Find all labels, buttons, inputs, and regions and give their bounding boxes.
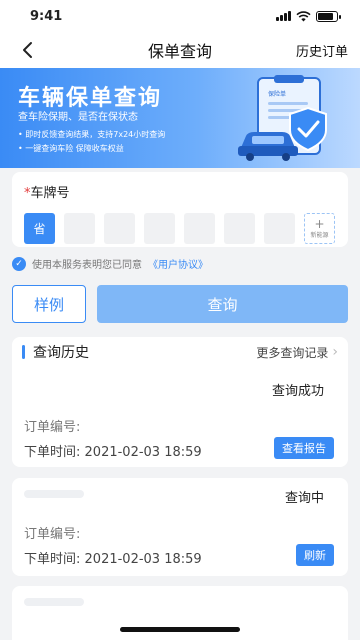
query-button[interactable]: 查询 xyxy=(97,285,348,323)
agreement-row: ✓ 使用本服务表明您已同意 《用户协议》 xyxy=(12,256,208,271)
new-energy-box[interactable]: + 新能源 xyxy=(304,213,335,244)
view-report-button[interactable]: 查看报告 xyxy=(274,437,334,459)
banner-point: 一键查询车险 保障收车权益 xyxy=(18,142,165,156)
banner-subtitle: 查车险保期、是否在保状态 xyxy=(18,112,138,123)
plate-province-box[interactable]: 省 xyxy=(24,213,55,244)
plate-char-box[interactable] xyxy=(224,213,255,244)
history-header: 查询历史 更多查询记录 › xyxy=(12,337,348,367)
refresh-button[interactable]: 刷新 xyxy=(296,544,334,566)
history-title: 查询历史 xyxy=(22,342,89,362)
order-time: 下单时间: 2021-02-03 18:59 xyxy=(24,548,202,567)
banner: 车辆保单查询 查车险保期、是否在保状态 即时反馈查询结果，支持7x24小时查询 … xyxy=(0,68,360,168)
status-icons xyxy=(276,10,341,22)
policy-car-illustration: 保险单 xyxy=(238,75,327,161)
plate-label-text: 车牌号 xyxy=(30,186,70,201)
order-time-value: 2021-02-03 18:59 xyxy=(84,552,202,567)
order-status: 查询中 xyxy=(284,491,324,506)
agreement-text: 使用本服务表明您已同意 xyxy=(32,260,142,271)
signal-icon xyxy=(276,11,291,21)
checkbox-checked-icon[interactable]: ✓ xyxy=(12,256,26,271)
banner-points: 即时反馈查询结果，支持7x24小时查询 一键查询车险 保障收车权益 xyxy=(18,128,165,156)
order-card: 查询中 订单编号: 下单时间: 2021-02-03 18:59 刷新 xyxy=(12,478,348,576)
plate-char-box[interactable] xyxy=(184,213,215,244)
blurred-plate xyxy=(24,490,84,498)
status-bar: 9:41 xyxy=(0,0,360,32)
sample-button[interactable]: 样例 xyxy=(12,285,86,323)
plate-input-card: *车牌号 省 + 新能源 xyxy=(12,172,348,247)
plate-char-box[interactable] xyxy=(264,213,295,244)
wifi-icon xyxy=(296,10,311,21)
order-card: 查询成功 订单编号: 下单时间: 2021-02-03 18:59 查看报告 xyxy=(12,367,348,467)
order-time-label: 下单时间: xyxy=(24,552,81,567)
more-history-link[interactable]: 更多查询记录 › xyxy=(256,344,338,361)
plate-char-box[interactable] xyxy=(104,213,135,244)
nav-bar: 保单查询 历史订单 xyxy=(0,32,360,68)
back-icon[interactable] xyxy=(18,40,38,60)
plate-char-box[interactable] xyxy=(64,213,95,244)
plus-icon: + xyxy=(314,217,325,231)
plate-char-box[interactable] xyxy=(144,213,175,244)
agreement-link[interactable]: 《用户协议》 xyxy=(148,256,208,271)
more-history-label: 更多查询记录 xyxy=(256,345,329,360)
battery-level xyxy=(318,12,334,20)
new-energy-label: 新能源 xyxy=(310,232,329,239)
blurred-plate xyxy=(24,598,84,606)
chevron-right-icon: › xyxy=(332,344,338,360)
order-status: 查询成功 xyxy=(271,384,324,399)
battery-icon xyxy=(316,10,341,22)
plate-label: *车牌号 xyxy=(24,182,336,201)
action-buttons: 样例 查询 xyxy=(12,285,348,323)
history-orders-link[interactable]: 历史订单 xyxy=(296,41,348,60)
order-number-label: 订单编号: xyxy=(24,527,81,542)
order-time-value: 2021-02-03 18:59 xyxy=(84,445,202,460)
policy-doc-label: 保险单 xyxy=(268,90,286,98)
plate-boxes: 省 + 新能源 xyxy=(24,213,336,244)
banner-point: 即时反馈查询结果，支持7x24小时查询 xyxy=(18,128,165,142)
order-time: 下单时间: 2021-02-03 18:59 xyxy=(24,441,202,460)
home-indicator xyxy=(120,627,240,632)
order-time-label: 下单时间: xyxy=(24,445,81,460)
status-time: 9:41 xyxy=(30,8,63,24)
order-number-label: 订单编号: xyxy=(24,420,81,435)
